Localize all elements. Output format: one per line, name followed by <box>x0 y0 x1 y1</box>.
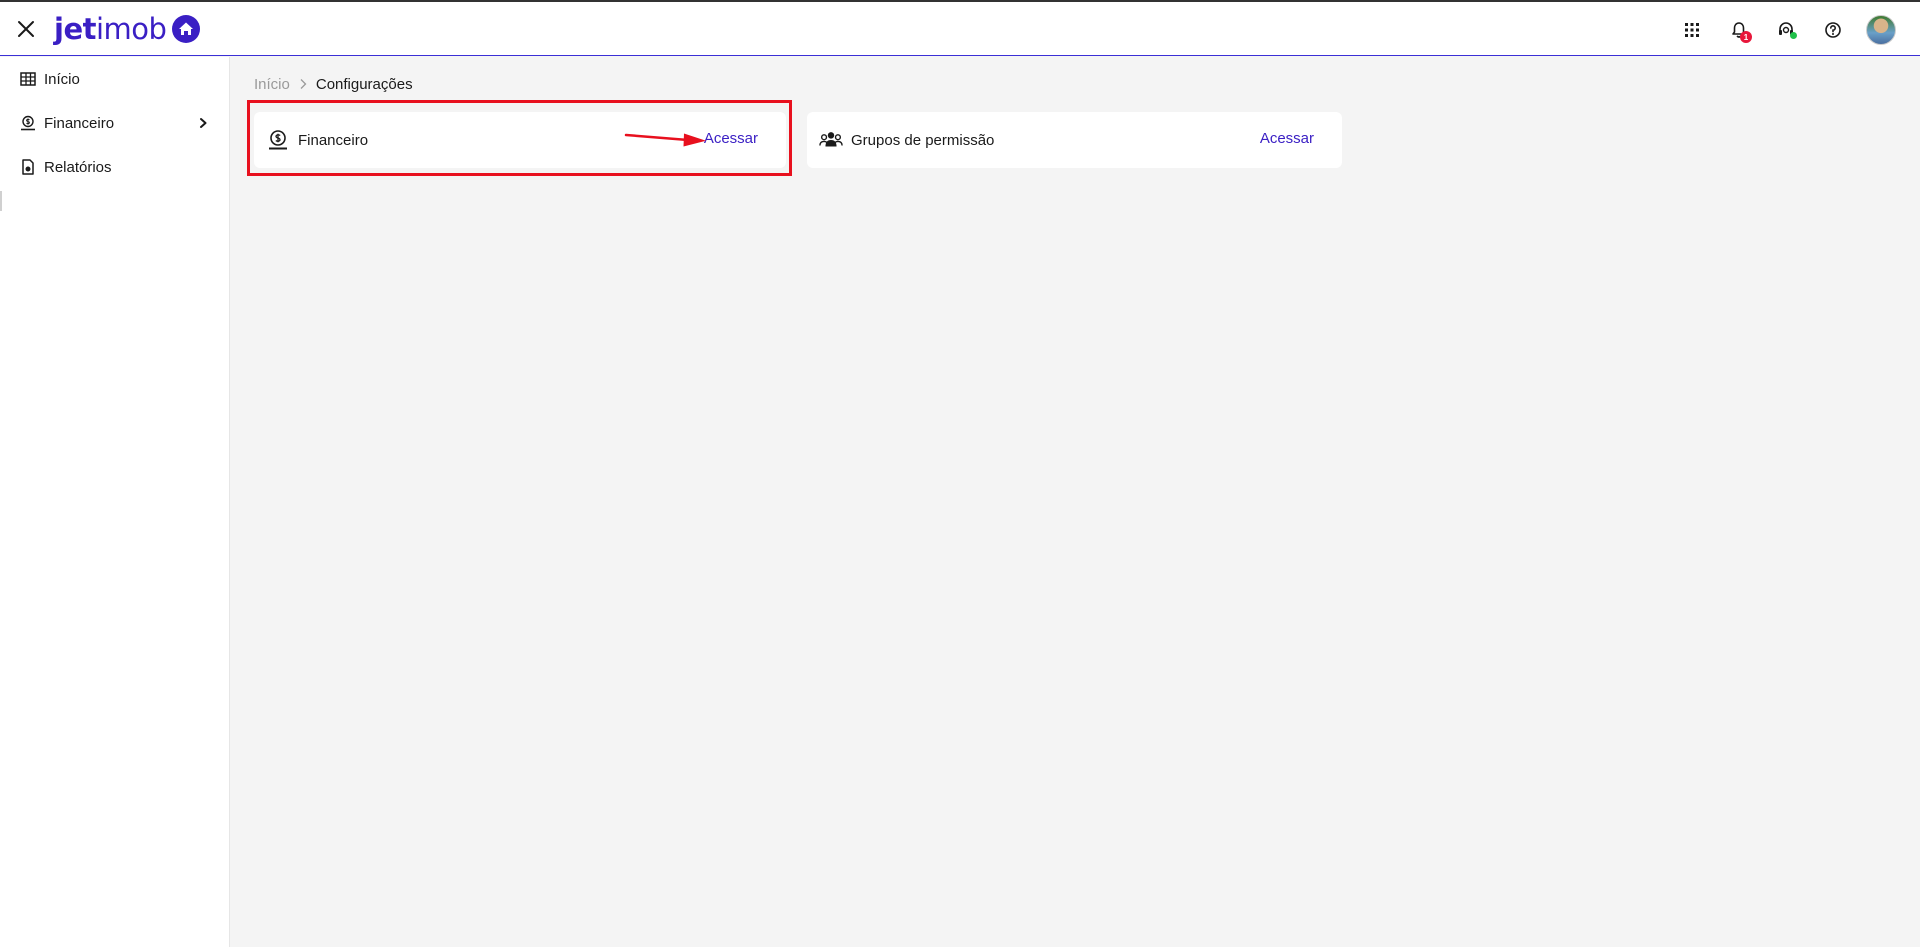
acessar-financeiro-link[interactable]: Acessar <box>704 130 758 147</box>
report-file-icon <box>20 159 36 175</box>
breadcrumb-home-link[interactable]: Início <box>254 76 290 93</box>
table-icon <box>20 71 36 87</box>
sidebar-item-inicio[interactable]: Início <box>0 61 229 97</box>
chevron-right-icon <box>200 118 207 128</box>
sidebar-item-label: Relatórios <box>44 158 112 176</box>
house-logo-icon <box>172 15 201 43</box>
help-icon <box>1825 22 1841 38</box>
sidebar-item-relatorios[interactable]: Relatórios <box>0 149 229 185</box>
close-icon <box>18 21 34 37</box>
user-avatar[interactable] <box>1866 15 1896 45</box>
settings-card-financeiro: Financeiro Acessar <box>254 112 786 168</box>
logo-text-light: imob <box>95 12 167 46</box>
users-group-icon <box>819 128 843 152</box>
sidebar: Início Financeiro Relatórios <box>0 57 230 947</box>
online-status-dot <box>1790 32 1797 39</box>
top-bar: jetimob 1 <box>0 0 1920 56</box>
support-button[interactable] <box>1771 15 1801 45</box>
sidebar-scroll-marker <box>0 191 2 211</box>
sidebar-item-label: Financeiro <box>44 114 115 132</box>
card-title: Grupos de permissão <box>851 131 995 149</box>
breadcrumb-current: Configurações <box>315 75 413 93</box>
notification-badge: 1 <box>1740 31 1752 43</box>
card-title: Financeiro <box>298 131 369 149</box>
breadcrumb: Início Configurações <box>254 74 413 94</box>
settings-card-grupos-permissao: Grupos de permissão Acessar <box>807 112 1342 168</box>
apps-button[interactable] <box>1677 15 1707 45</box>
header-actions: 1 <box>1660 15 1896 45</box>
acessar-grupos-permissao-link[interactable]: Acessar <box>1260 130 1314 147</box>
apps-grid-icon <box>1685 23 1699 37</box>
jetimob-logo[interactable]: jetimob <box>54 11 201 47</box>
help-button[interactable] <box>1818 15 1848 45</box>
logo-text-bold: jet <box>54 12 96 46</box>
chevron-right-icon <box>298 78 308 90</box>
money-hand-icon <box>266 128 290 152</box>
sidebar-item-label: Início <box>44 70 80 88</box>
sidebar-item-financeiro[interactable]: Financeiro <box>0 105 229 141</box>
money-hand-icon <box>20 115 36 131</box>
close-menu-button[interactable] <box>14 17 38 41</box>
notifications-button[interactable]: 1 <box>1724 15 1754 45</box>
